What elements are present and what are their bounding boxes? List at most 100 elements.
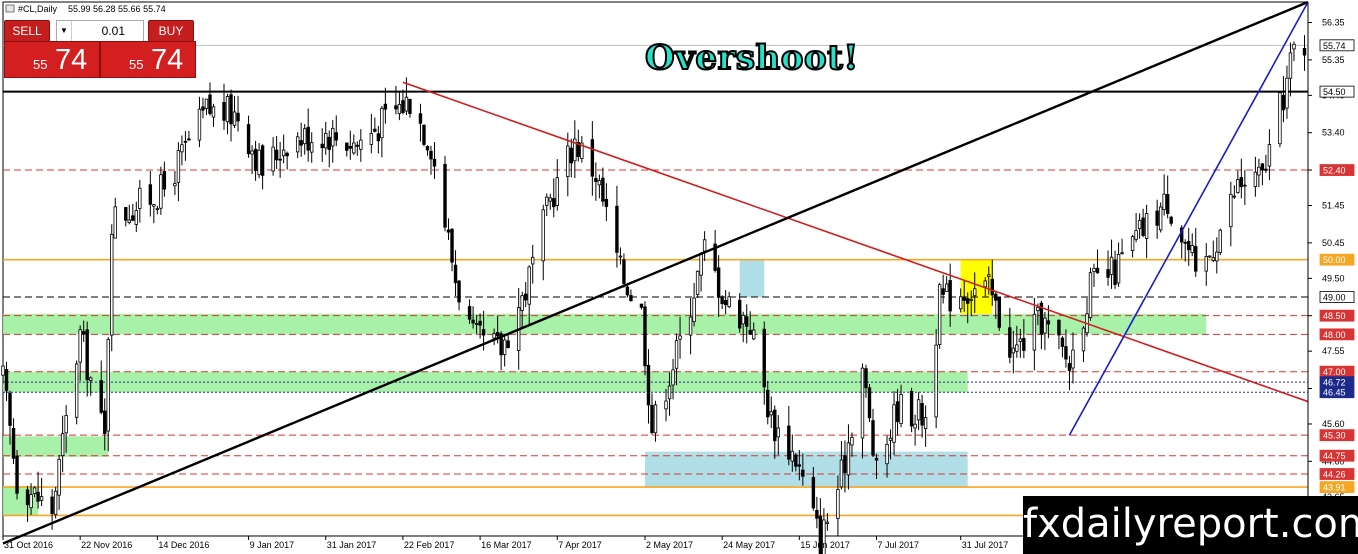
sell-price-button[interactable]: 55 74 xyxy=(4,41,100,78)
candle-body-156 xyxy=(766,389,770,418)
candle-body-128 xyxy=(625,286,630,296)
date-tick-label: 31 Jan 2017 xyxy=(327,540,377,550)
buy-button[interactable]: BUY xyxy=(148,20,194,42)
candle-body-126 xyxy=(618,255,623,258)
level-tag-label: 46.45 xyxy=(1323,388,1346,398)
candle-body-223 xyxy=(1092,267,1096,272)
candle-body-112 xyxy=(548,197,552,202)
candle-body-183 xyxy=(895,401,900,423)
candle-body-77 xyxy=(376,133,381,142)
candle-body-43 xyxy=(208,94,212,114)
candle-body-5 xyxy=(25,489,30,506)
candle-body-103 xyxy=(502,339,507,355)
candle-body-67 xyxy=(327,136,331,150)
date-tick-label: 2 May 2017 xyxy=(646,540,693,550)
sell-button[interactable]: SELL xyxy=(4,20,50,42)
candle-body-94 xyxy=(457,280,461,303)
candle-body-76 xyxy=(373,128,377,132)
candle-body-18 xyxy=(85,329,89,381)
level-tag-label: 43.91 xyxy=(1323,483,1346,493)
candle-body-133 xyxy=(650,405,654,434)
candle-body-72 xyxy=(352,142,356,154)
date-tick-label: 24 May 2017 xyxy=(723,540,775,550)
candle-body-251 xyxy=(1232,195,1237,198)
candle-body-71 xyxy=(348,145,352,149)
candle-body-11 xyxy=(53,490,58,516)
current-price-tag-label: 55.74 xyxy=(1323,41,1346,51)
candle-body-100 xyxy=(492,333,496,339)
candle-body-147 xyxy=(720,296,724,305)
candle-body-215 xyxy=(1057,319,1061,336)
candle-body-115 xyxy=(566,145,570,177)
candle-body-249 xyxy=(1218,229,1222,253)
buy-price-big: 74 xyxy=(151,44,184,76)
candle-body-2 xyxy=(8,392,12,426)
candle-body-24 xyxy=(113,206,117,239)
buy-price-button[interactable]: 55 74 xyxy=(100,41,196,78)
candle-body-175 xyxy=(860,367,865,439)
candle-body-129 xyxy=(629,295,633,302)
candle-body-113 xyxy=(552,197,556,208)
candle-body-188 xyxy=(920,403,924,426)
price-chart[interactable]: 56.3555.3554.4053.4052.4051.4550.4549.50… xyxy=(0,0,1358,554)
zone-yellow-6 xyxy=(960,259,993,314)
candle-body-57 xyxy=(278,158,282,161)
candle-body-261 xyxy=(1281,94,1286,111)
lot-size-field[interactable]: ▼ 0.01 xyxy=(56,20,144,42)
candle-body-241 xyxy=(1183,241,1187,244)
candle-body-202 xyxy=(990,278,994,296)
candle-body-140 xyxy=(688,316,693,336)
candle-body-217 xyxy=(1064,346,1068,360)
candle-body-158 xyxy=(773,409,777,442)
candle-body-108 xyxy=(527,266,531,305)
candle-body-68 xyxy=(331,127,335,147)
candle-body-45 xyxy=(222,102,226,121)
candle-body-16 xyxy=(78,329,82,363)
candle-body-150 xyxy=(737,299,742,329)
candle-body-143 xyxy=(699,252,703,276)
candle-body-53 xyxy=(257,149,261,176)
chart-icon xyxy=(5,4,15,13)
candle-body-59 xyxy=(285,152,289,157)
candle-body-151 xyxy=(741,314,745,325)
candle-body-69 xyxy=(334,132,338,141)
candle-body-54 xyxy=(260,145,265,176)
candle-body-161 xyxy=(790,450,795,462)
candle-body-110 xyxy=(541,209,545,262)
candle-body-219 xyxy=(1071,349,1075,369)
candle-body-21 xyxy=(103,410,107,435)
chevron-down-icon[interactable]: ▼ xyxy=(57,21,72,41)
zone-green-3 xyxy=(3,485,39,516)
candle-body-135 xyxy=(664,400,668,410)
candle-body-262 xyxy=(1285,77,1289,109)
lot-size-value: 0.01 xyxy=(101,24,125,38)
candle-body-20 xyxy=(99,380,103,413)
candle-body-142 xyxy=(695,270,700,296)
candle-body-130 xyxy=(639,303,644,308)
candle-body-12 xyxy=(57,459,61,496)
candle-body-50 xyxy=(246,124,251,155)
candle-body-41 xyxy=(201,106,205,111)
level-tag-label: 44.75 xyxy=(1323,451,1346,461)
candle-body-222 xyxy=(1088,272,1093,318)
candle-body-162 xyxy=(794,454,798,467)
candle-body-231 xyxy=(1134,230,1138,240)
candle-body-104 xyxy=(506,340,510,349)
candle-body-36 xyxy=(176,150,181,183)
candle-body-55 xyxy=(271,146,275,172)
candle-body-79 xyxy=(383,103,388,110)
candle-body-89 xyxy=(432,158,437,167)
candle-body-255 xyxy=(1253,171,1258,187)
candle-body-75 xyxy=(369,133,374,145)
candle-body-239 xyxy=(1169,216,1173,224)
candle-body-265 xyxy=(1302,47,1307,56)
buy-price-small: 55 xyxy=(129,57,144,72)
candle-body-218 xyxy=(1067,362,1072,371)
candle-body-238 xyxy=(1165,194,1170,214)
candle-body-93 xyxy=(453,264,458,284)
candle-body-44 xyxy=(211,106,216,118)
candle-body-26 xyxy=(127,219,131,223)
candle-body-109 xyxy=(531,256,535,265)
candle-body-153 xyxy=(748,329,752,335)
candle-body-179 xyxy=(874,457,879,461)
